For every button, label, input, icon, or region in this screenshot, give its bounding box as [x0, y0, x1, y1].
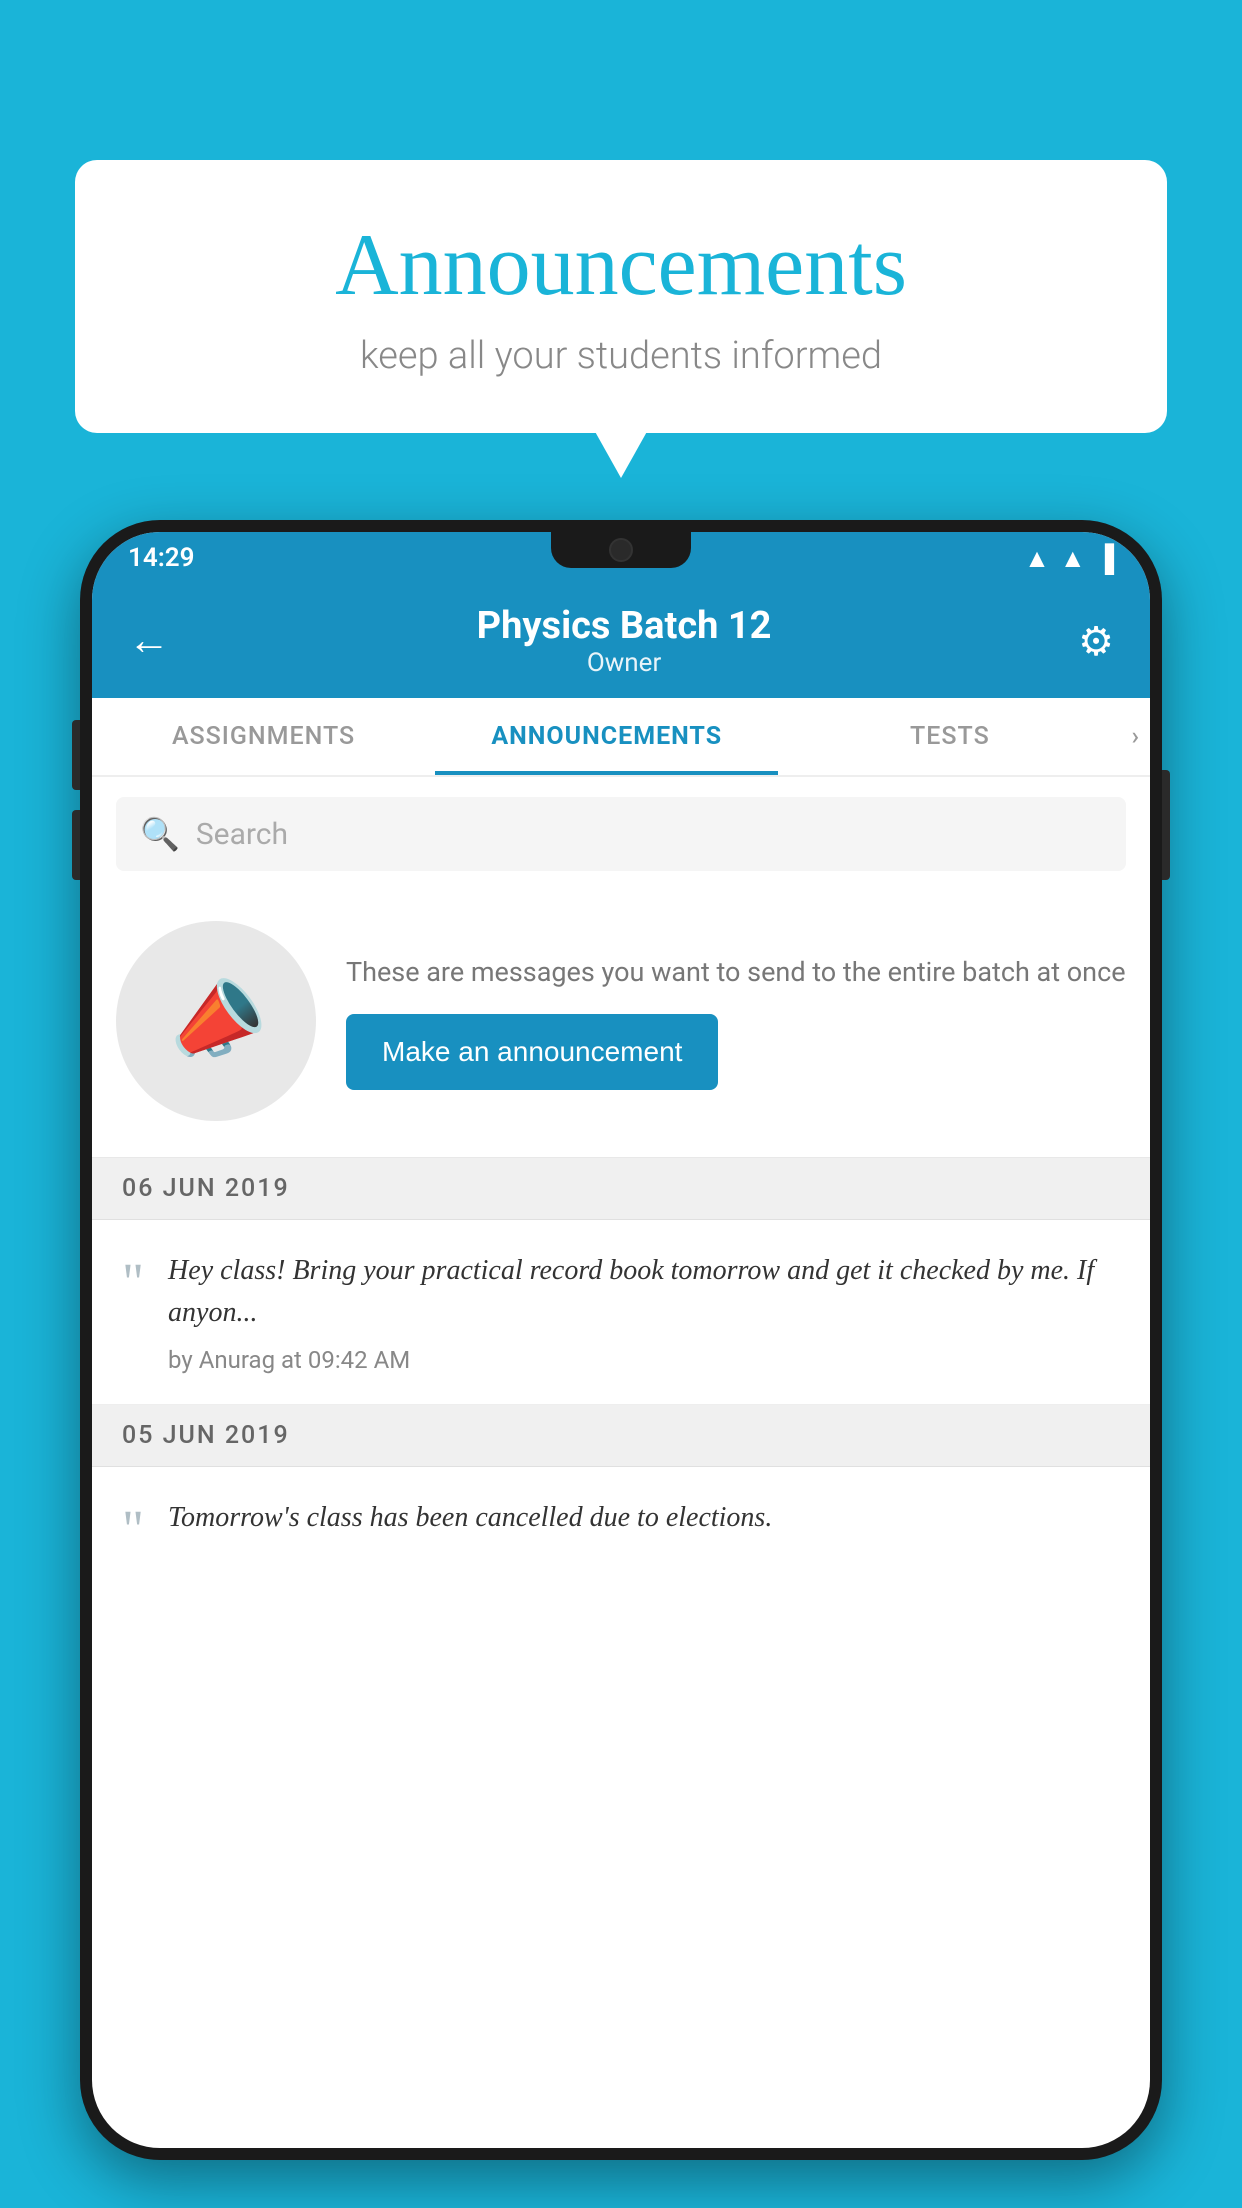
tab-assignments[interactable]: ASSIGNMENTS: [92, 698, 435, 775]
phone-container: 14:29 ▲ ▲ ▐ ← Physics Batch 12 Owner ⚙: [80, 520, 1162, 2208]
app-header: ← Physics Batch 12 Owner ⚙: [92, 584, 1150, 698]
tab-tests[interactable]: TESTS: [778, 698, 1121, 775]
quote-icon-2: ": [122, 1502, 144, 1556]
phone-screen: 14:29 ▲ ▲ ▐ ← Physics Batch 12 Owner ⚙: [92, 532, 1150, 2148]
power-button: [1162, 770, 1170, 880]
tab-more[interactable]: ›: [1121, 698, 1150, 775]
volume-up-button: [72, 720, 80, 790]
speech-bubble: Announcements keep all your students inf…: [75, 160, 1167, 433]
back-button[interactable]: ←: [128, 620, 170, 662]
announcement-text-1: Hey class! Bring your practical record b…: [168, 1250, 1126, 1334]
front-camera: [609, 538, 633, 562]
status-icons: ▲ ▲ ▐: [1024, 543, 1114, 574]
quote-icon-1: ": [122, 1255, 144, 1309]
phone-frame: 14:29 ▲ ▲ ▐ ← Physics Batch 12 Owner ⚙: [80, 520, 1162, 2160]
speech-bubble-container: Announcements keep all your students inf…: [75, 160, 1167, 433]
speech-bubble-title: Announcements: [135, 215, 1107, 316]
announcement-content-1: Hey class! Bring your practical record b…: [168, 1250, 1126, 1374]
search-container: 🔍 Search: [92, 777, 1150, 891]
header-title: Physics Batch 12: [170, 604, 1078, 648]
announcement-text-2: Tomorrow's class has been cancelled due …: [168, 1497, 1126, 1539]
date-header-1: 06 JUN 2019: [92, 1158, 1150, 1220]
volume-down-button: [72, 810, 80, 880]
signal-icon: ▲: [1060, 543, 1086, 574]
announcement-item-1[interactable]: " Hey class! Bring your practical record…: [92, 1220, 1150, 1405]
speech-bubble-subtitle: keep all your students informed: [135, 334, 1107, 378]
settings-icon[interactable]: ⚙: [1078, 618, 1114, 665]
make-announcement-button[interactable]: Make an announcement: [346, 1014, 718, 1090]
promo-section: 📣 These are messages you want to send to…: [92, 891, 1150, 1158]
wifi-icon: ▲: [1024, 543, 1050, 574]
phone-notch: [551, 532, 691, 568]
promo-text-section: These are messages you want to send to t…: [346, 952, 1126, 1091]
promo-icon-circle: 📣: [116, 921, 316, 1121]
announcement-meta-1: by Anurag at 09:42 AM: [168, 1346, 1126, 1374]
search-icon: 🔍: [140, 815, 180, 853]
status-time: 14:29: [128, 543, 195, 573]
search-bar[interactable]: 🔍 Search: [116, 797, 1126, 871]
header-center: Physics Batch 12 Owner: [170, 604, 1078, 678]
tab-announcements[interactable]: ANNOUNCEMENTS: [435, 698, 778, 775]
tabs-container: ASSIGNMENTS ANNOUNCEMENTS TESTS ›: [92, 698, 1150, 777]
promo-description: These are messages you want to send to t…: [346, 952, 1126, 993]
announcement-content-2: Tomorrow's class has been cancelled due …: [168, 1497, 1126, 1551]
announcement-item-2[interactable]: " Tomorrow's class has been cancelled du…: [92, 1467, 1150, 1576]
header-subtitle: Owner: [170, 648, 1078, 678]
megaphone-icon: 📣: [156, 963, 277, 1080]
date-header-2: 05 JUN 2019: [92, 1405, 1150, 1467]
search-placeholder: Search: [196, 817, 288, 852]
battery-icon: ▐: [1096, 543, 1114, 574]
